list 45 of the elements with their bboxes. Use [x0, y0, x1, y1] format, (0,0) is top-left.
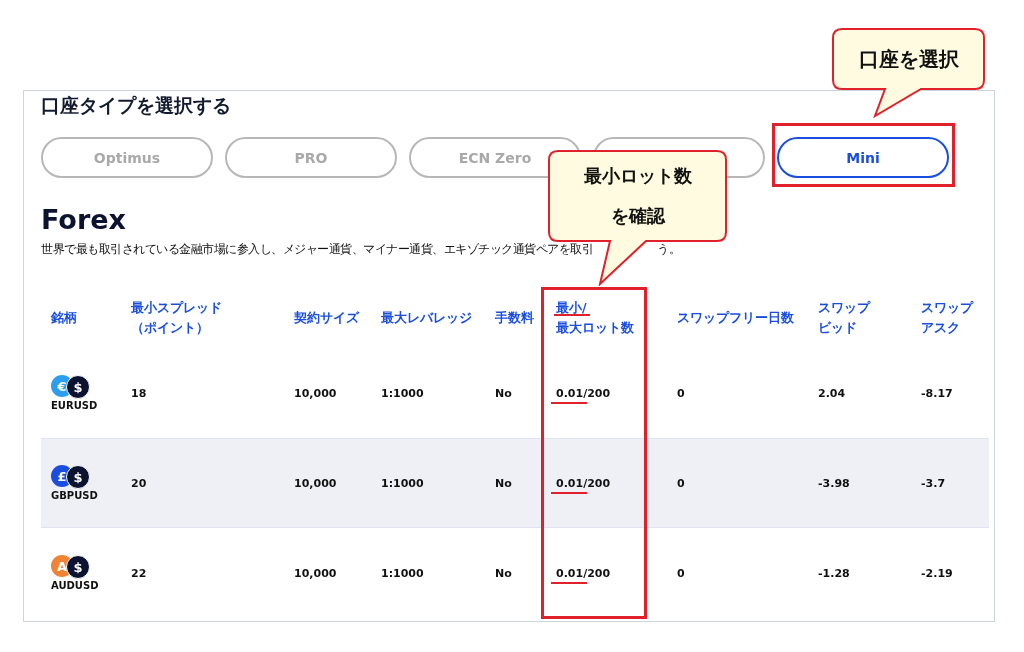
currency-coin-icon: $ [66, 555, 90, 579]
column-header: スワップ ビッド [818, 299, 870, 337]
column-header: スワップ アスク [921, 299, 973, 337]
table-cell: No [495, 476, 512, 490]
column-header: 手数料 [495, 309, 534, 327]
section-heading: 口座タイプを選択する [41, 93, 232, 118]
symbol-name: GBPUSD [51, 490, 98, 501]
description-text: 世界で最も取引されている金融市場に参入し、メジャー通貨、マイナー通貨、エキゾチック通貨ペアを取引 [41, 241, 593, 258]
column-header: 最小/ 最大ロット数 [556, 299, 634, 337]
table-cell: 1:1000 [381, 386, 424, 400]
column-header: スワップフリー日数 [677, 309, 794, 327]
table-cell: 20 [131, 476, 147, 490]
table-cell: 0.01/200 [556, 386, 611, 400]
currency-coin-icon: $ [66, 375, 90, 399]
symbol-name: AUDUSD [51, 580, 99, 591]
table-cell: 10,000 [294, 386, 337, 400]
column-header: 最大レバレッジ [381, 309, 472, 327]
table-cell: 0 [677, 476, 685, 490]
table-cell: 1:1000 [381, 566, 424, 580]
table-cell: -1.28 [818, 566, 850, 580]
table-cell: 18 [131, 386, 147, 400]
description-text: う。 [657, 241, 680, 258]
table-cell: 10,000 [294, 476, 337, 490]
currency-coin-icon: $ [66, 465, 90, 489]
symbol-name: EURUSD [51, 400, 98, 411]
table-cell: 1:1000 [381, 476, 424, 490]
table-cell: -3.98 [818, 476, 850, 490]
table-cell: 22 [131, 566, 147, 580]
table-cell: 2.04 [818, 386, 846, 400]
table-cell: 0.01/200 [556, 476, 611, 490]
column-header: 契約サイズ [294, 309, 359, 327]
table-cell: 0.01/200 [556, 566, 611, 580]
table-cell: No [495, 386, 512, 400]
table-cell: -3.7 [921, 476, 946, 490]
callout-text: 最小ロット数 を確認 [583, 164, 692, 228]
table-cell: -2.19 [921, 566, 953, 580]
table-cell: No [495, 566, 512, 580]
column-header: 最小スプレッド （ポイント） [131, 299, 222, 337]
table-cell: 10,000 [294, 566, 337, 580]
column-header: 銘柄 [51, 309, 77, 327]
table-cell: -8.17 [921, 386, 953, 400]
category-title: Forex [41, 204, 126, 235]
table-cell: 0 [677, 566, 685, 580]
callout-text: 口座を選択 [858, 46, 959, 73]
table-cell: 0 [677, 386, 685, 400]
